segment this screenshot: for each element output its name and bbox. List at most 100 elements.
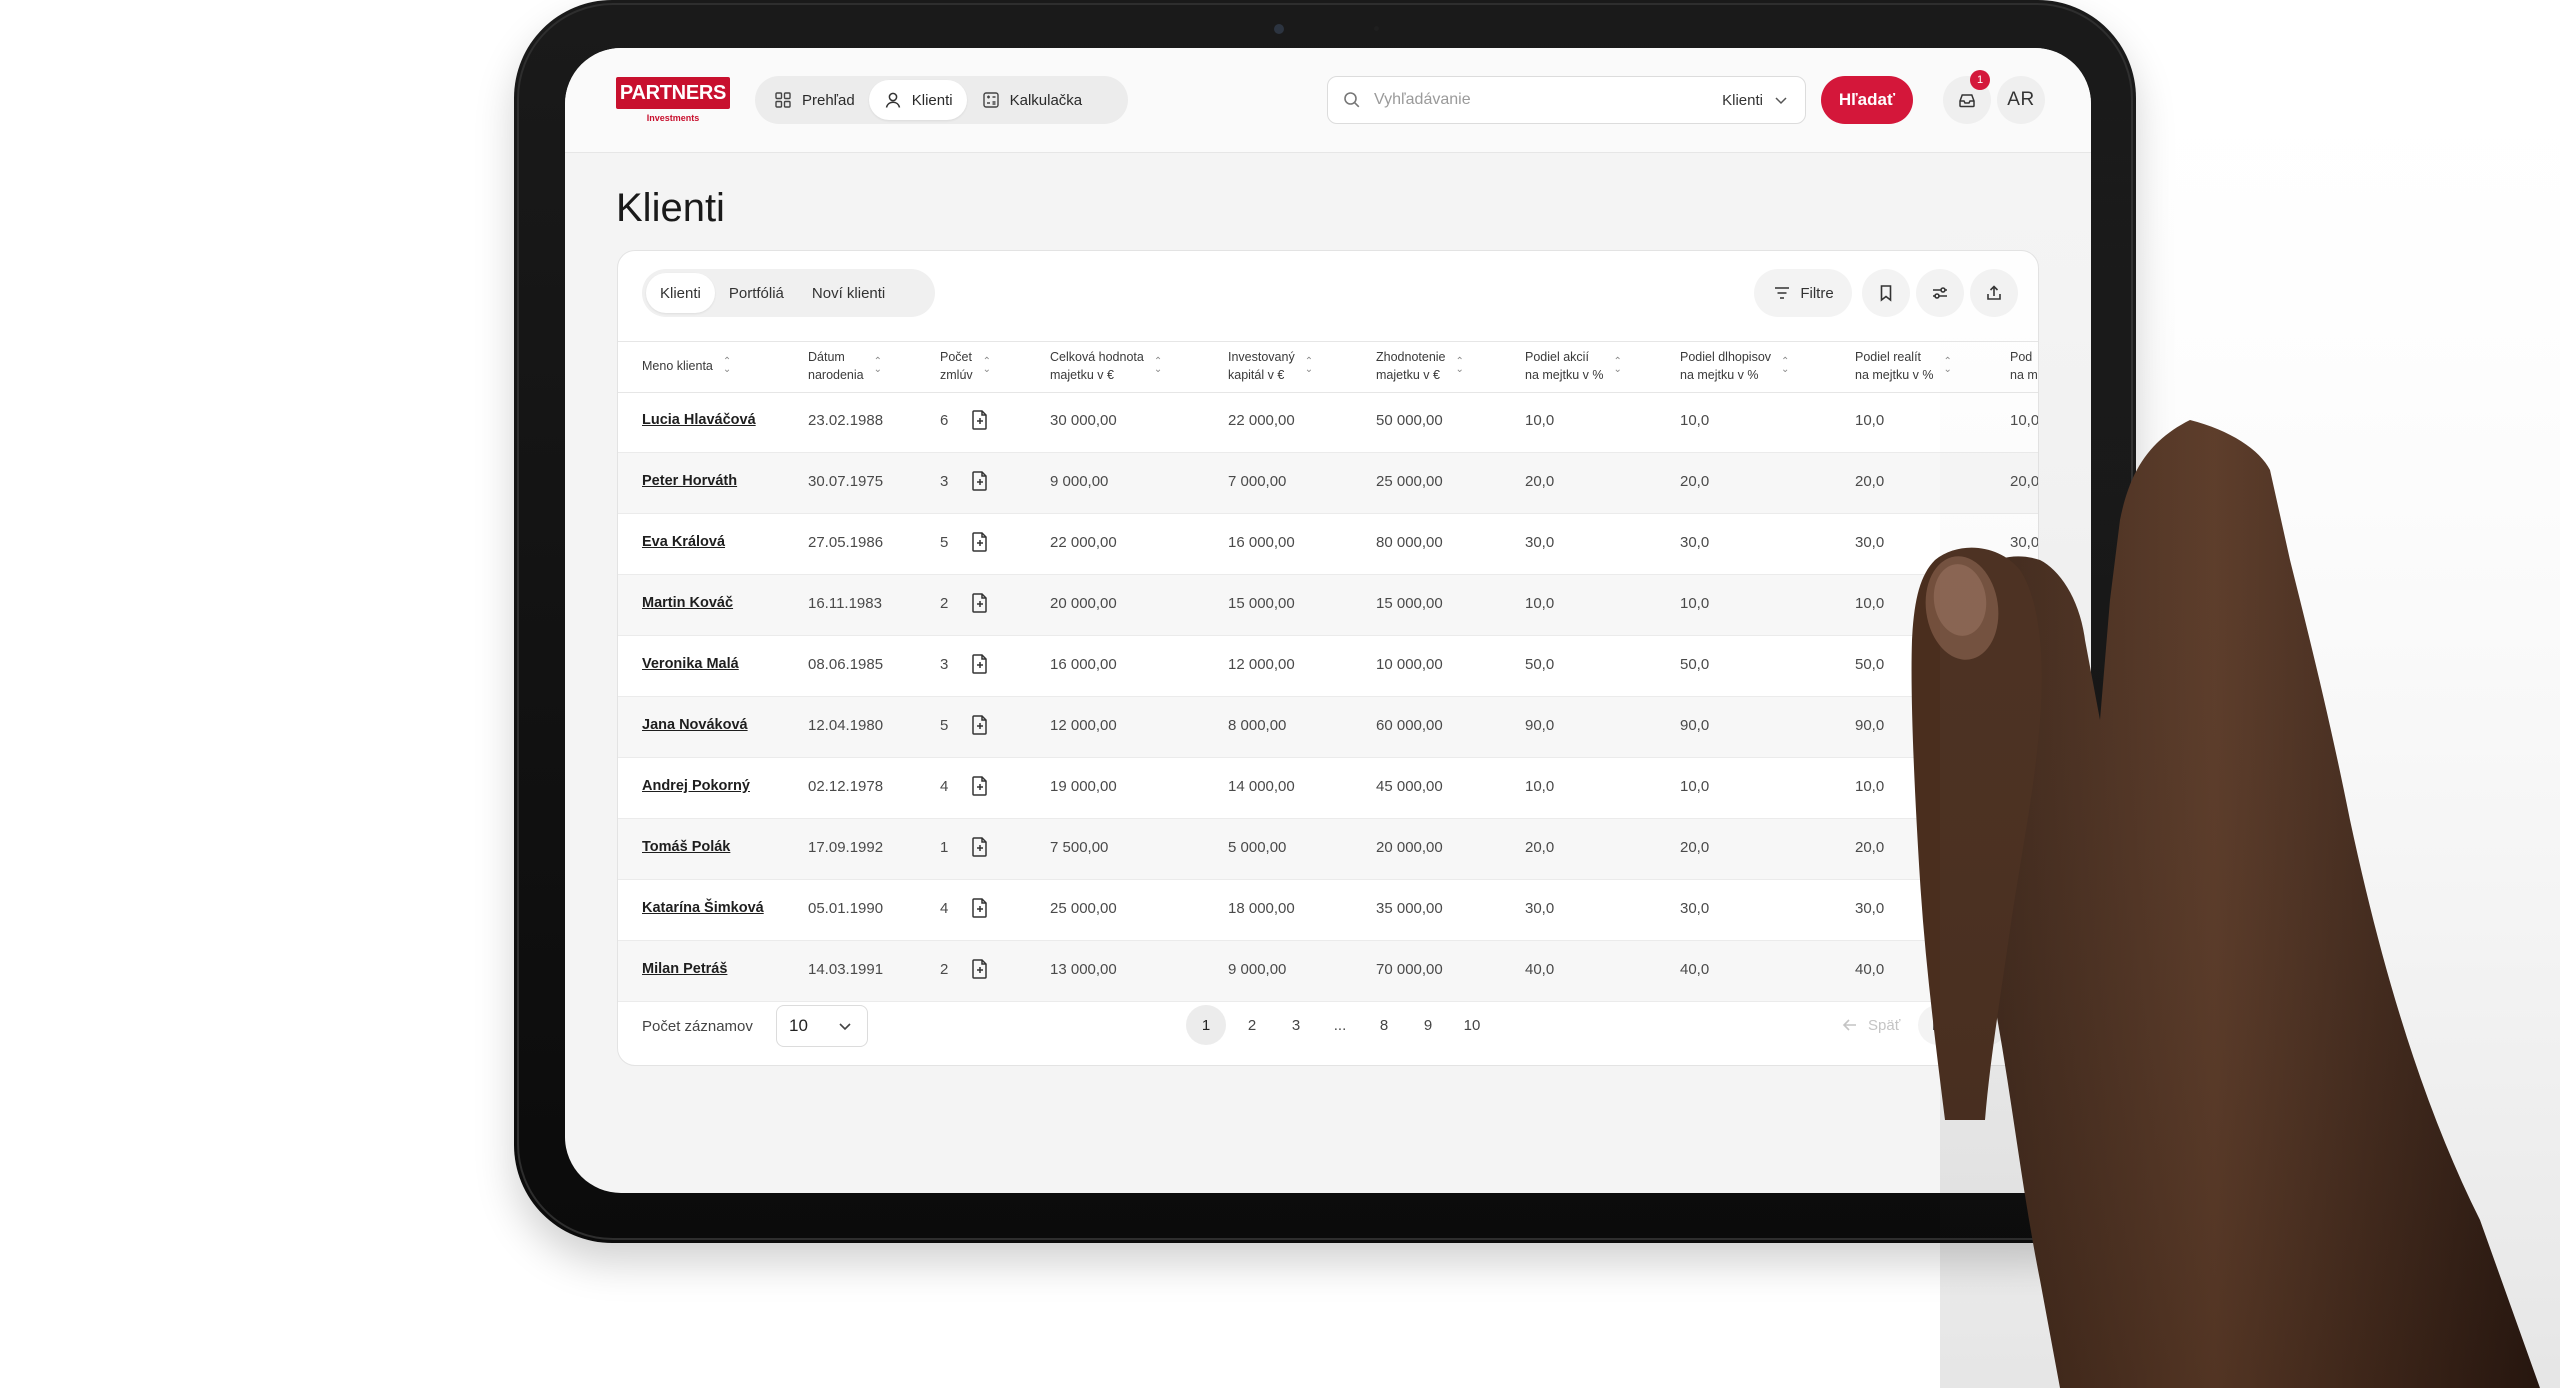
sort-icon[interactable]: ⌃ ⌄	[983, 357, 991, 375]
table-cell: 70 000,00	[1376, 961, 1443, 978]
column-header[interactable]: Investovaný kapitál v € ⌃ ⌄	[1228, 348, 1313, 384]
table-cell: 9 000,00	[1228, 961, 1287, 978]
prev-page-button[interactable]: Späť	[1840, 1005, 1900, 1045]
client-name-link[interactable]: Jana Nováková	[642, 717, 748, 733]
search-input[interactable]	[1372, 90, 1723, 110]
column-header-label: Meno klienta	[642, 359, 713, 373]
page-number-button[interactable]: 8	[1364, 1005, 1404, 1045]
user-avatar[interactable]: AR	[1997, 76, 2045, 124]
column-header[interactable]: Meno klienta ⌃ ⌄	[642, 357, 731, 375]
client-name-link[interactable]: Eva Králová	[642, 534, 725, 550]
table-row[interactable]: Martin Kováč 16.11.1983 2 20 000,00 15 000,0…	[618, 575, 2039, 636]
app-header: PARTNERS Investments Prehľad Klienti Kal…	[565, 48, 2091, 153]
column-header[interactable]: Počet zmlúv ⌃ ⌄	[940, 348, 991, 384]
table-cell: 10,0	[1525, 595, 1555, 612]
filter-button[interactable]: Filtre	[1754, 269, 1852, 317]
table-row[interactable]: Katarína Šimková 05.01.1990 4 25 000,00 18 0…	[618, 880, 2038, 941]
user-icon	[883, 90, 903, 110]
columns-settings-button[interactable]	[1916, 269, 1964, 317]
nav-item-overview[interactable]: Prehľad	[759, 80, 869, 120]
contract-document-icon[interactable]	[970, 958, 990, 980]
sort-icon[interactable]: ⌃ ⌄	[1614, 357, 1622, 375]
client-name-link[interactable]: Martin Kováč	[642, 595, 733, 611]
table-cell: 4	[940, 778, 949, 795]
table-cell: 35 000,00	[1376, 900, 1443, 917]
table-cell: 20,0	[1680, 839, 1710, 856]
nav-item-clients[interactable]: Klienti	[868, 80, 967, 120]
page-size-select[interactable]: 10	[776, 1005, 868, 1047]
column-header[interactable]: Celková hodnota majetku v € ⌃ ⌄	[1050, 348, 1162, 384]
sort-icon[interactable]: ⌃ ⌄	[1456, 357, 1464, 375]
table-cell: 40,0	[1680, 961, 1710, 978]
table-cell: 50,0	[1525, 656, 1555, 673]
contract-document-icon[interactable]	[970, 409, 990, 431]
table-cell: 13 000,00	[1050, 961, 1117, 978]
table-cell: 16 000,00	[1228, 534, 1295, 551]
table-cell: 8 000,00	[1228, 717, 1287, 734]
sort-icon[interactable]: ⌃ ⌄	[723, 357, 731, 375]
contract-document-icon[interactable]	[970, 714, 990, 736]
sort-icon[interactable]: ⌃ ⌄	[1944, 357, 1952, 375]
column-header[interactable]: Zhodnotenie majetku v € ⌃ ⌄	[1376, 348, 1464, 384]
page-number-button[interactable]: 3	[1276, 1005, 1316, 1045]
sort-icon[interactable]: ⌃ ⌄	[874, 357, 882, 375]
contract-document-icon[interactable]	[970, 653, 990, 675]
nav-item-calculator[interactable]: Kalkulačka	[967, 80, 1097, 120]
bookmark-button[interactable]	[1862, 269, 1910, 317]
table-cell: 50,0	[1680, 656, 1710, 673]
column-header[interactable]: Dátum narodenia ⌃ ⌄	[808, 348, 882, 384]
sort-icon[interactable]: ⌃ ⌄	[1305, 357, 1313, 375]
next-page-button[interactable]: Ďalej	[1918, 1005, 2009, 1045]
table-cell: 50,0	[1855, 656, 1885, 673]
client-name-link[interactable]: Veronika Malá	[642, 656, 739, 672]
contract-document-icon[interactable]	[970, 775, 990, 797]
notification-badge: 1	[1970, 70, 1990, 90]
page-number-button[interactable]: 10	[1452, 1005, 1492, 1045]
contract-document-icon[interactable]	[970, 592, 990, 614]
sort-icon[interactable]: ⌃ ⌄	[1154, 357, 1162, 375]
client-name-link[interactable]: Lucia Hlaváčová	[642, 412, 756, 428]
table-cell: 10 000,00	[1376, 656, 1443, 673]
table-row[interactable]: Jana Nováková 12.04.1980 5 12 000,00 8 000,0…	[618, 697, 2038, 758]
search-button[interactable]: Hľadať	[1821, 76, 1913, 124]
contract-document-icon[interactable]	[970, 836, 990, 858]
table-row[interactable]: Veronika Malá 08.06.1985 3 16 000,00 12 000,…	[618, 636, 2038, 697]
table-row[interactable]: Tomáš Polák 17.09.1992 1 7 500,00 5 000,00 20…	[618, 819, 2038, 880]
column-header[interactable]: Podiel akcií na mejtku v % ⌃ ⌄	[1525, 348, 1622, 384]
page-number-button[interactable]: 2	[1232, 1005, 1272, 1045]
client-name-link[interactable]: Andrej Pokorný	[642, 778, 750, 794]
table-cell: 3	[940, 473, 949, 490]
export-button[interactable]	[1970, 269, 2018, 317]
table-row[interactable]: Milan Petráš 14.03.1991 2 13 000,00 9 000,00…	[618, 941, 2038, 1002]
client-name-link[interactable]: Peter Horváth	[642, 473, 737, 489]
client-name-link[interactable]: Milan Petráš	[642, 961, 727, 977]
column-header[interactable]: Podiel realít na mejtku v % ⌃ ⌄	[1855, 348, 1952, 384]
search-scope-select[interactable]: Klienti	[1722, 90, 1791, 110]
app-screen: PARTNERS Investments Prehľad Klienti Kal…	[565, 48, 2091, 1193]
table-cell: 27.05.1986	[808, 534, 884, 551]
brand-logo[interactable]: PARTNERS Investments	[616, 77, 730, 123]
table-cell: 20,0	[2010, 473, 2039, 490]
sort-icon[interactable]: ⌃ ⌄	[1781, 357, 1789, 375]
contract-document-icon[interactable]	[970, 470, 990, 492]
client-name-link[interactable]: Katarína Šimková	[642, 900, 764, 916]
tab-new-clients[interactable]: Noví klienti	[798, 273, 899, 313]
page-number-button[interactable]: 1	[1186, 1005, 1226, 1045]
table-row[interactable]: Peter Horváth 30.07.1975 3 9 000,00 7 000,00…	[618, 453, 2039, 514]
table-row[interactable]: Andrej Pokorný 02.12.1978 4 19 000,00 14 000…	[618, 758, 2038, 819]
table-row[interactable]: Lucia Hlaváčová 23.02.1988 6 30 000,00 22 00…	[618, 392, 2038, 453]
table-row[interactable]: Eva Králová 27.05.1986 5 22 000,00 16 000,00…	[618, 514, 2038, 575]
column-header[interactable]: Podiel dlhopisov na mejtku v % ⌃ ⌄	[1680, 348, 1789, 384]
table-cell: 10,0	[2010, 595, 2039, 612]
logo-wordmark: PARTNERS	[616, 77, 730, 109]
client-name-link[interactable]: Tomáš Polák	[642, 839, 730, 855]
contract-document-icon[interactable]	[970, 897, 990, 919]
chevron-down-icon	[835, 1016, 855, 1036]
contract-document-icon[interactable]	[970, 531, 990, 553]
filter-icon	[1772, 283, 1792, 303]
tab-portfolios[interactable]: Portfóliá	[715, 273, 798, 313]
page-number-button[interactable]: 9	[1408, 1005, 1448, 1045]
tab-clients[interactable]: Klienti	[646, 273, 715, 313]
table-cell: 19 000,00	[1050, 778, 1117, 795]
column-header[interactable]: Pod na m	[2010, 348, 2038, 384]
